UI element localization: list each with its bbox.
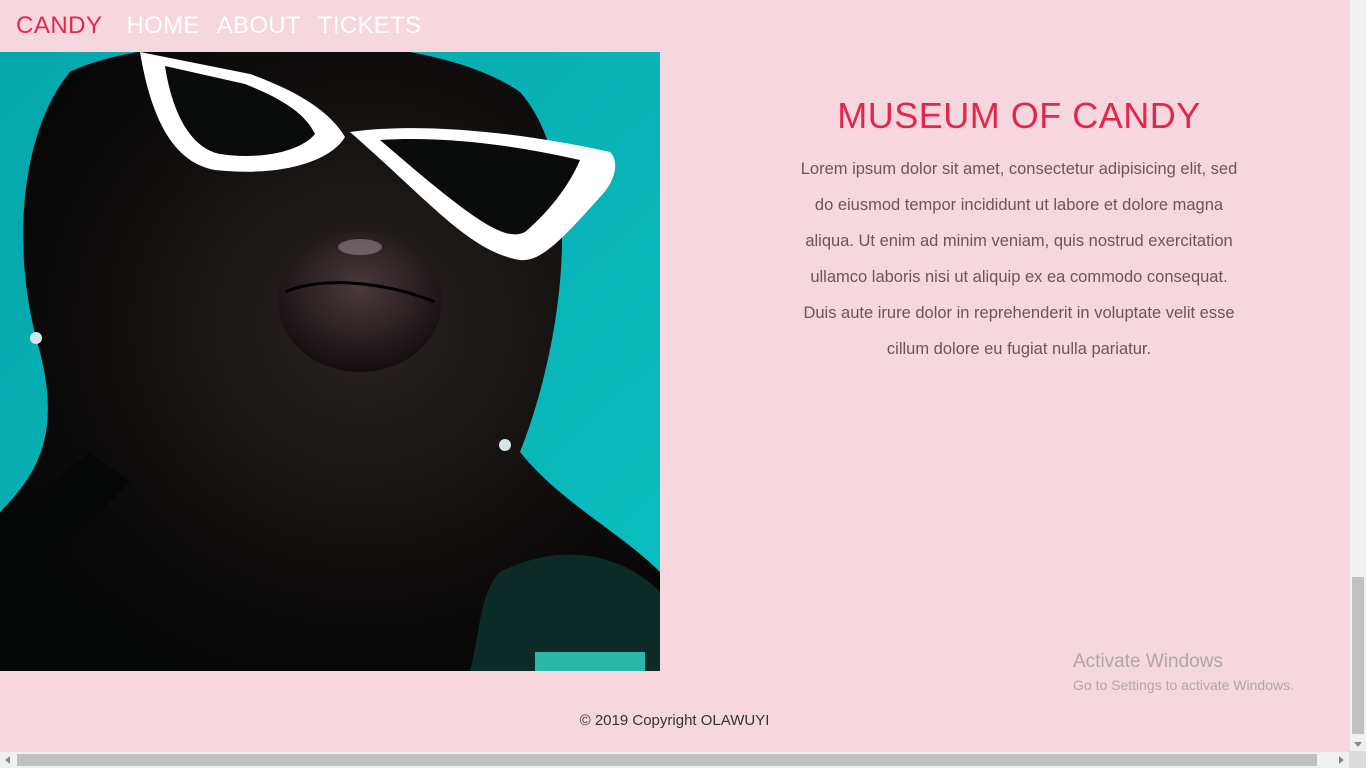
scroll-right-arrow-icon[interactable] (1339, 756, 1344, 764)
copyright-text: © 2019 Copyright OLAWUYI (579, 712, 770, 729)
vertical-scrollbar-thumb[interactable] (1352, 577, 1364, 734)
hero-portrait-image (0, 52, 660, 671)
horizontal-scrollbar[interactable] (0, 751, 1349, 768)
scrollbar-corner (1349, 751, 1366, 768)
scroll-down-arrow-icon[interactable] (1354, 742, 1362, 747)
watermark-subtitle: Go to Settings to activate Windows. (1073, 677, 1294, 693)
horizontal-scrollbar-thumb[interactable] (17, 754, 1317, 766)
museum-intro: MUSEUM OF CANDY Lorem ipsum dolor sit am… (790, 95, 1248, 367)
scroll-left-arrow-icon[interactable] (5, 756, 10, 764)
top-navbar: CANDY HOME ABOUT TICKETS (0, 0, 1349, 52)
intro-paragraph: Lorem ipsum dolor sit amet, consectetur … (800, 160, 1238, 358)
page-title: MUSEUM OF CANDY (837, 95, 1201, 136)
portrait-photo-icon (0, 52, 660, 671)
footer: © 2019 Copyright OLAWUYI (0, 712, 1349, 729)
vertical-scrollbar[interactable] (1349, 0, 1366, 751)
nav-link-tickets[interactable]: TICKETS (318, 12, 421, 40)
activate-windows-watermark: Activate Windows Go to Settings to activ… (1073, 651, 1294, 695)
nav-link-home[interactable]: HOME (127, 12, 200, 40)
brand-logo-link[interactable]: CANDY (16, 12, 103, 40)
nav-link-about[interactable]: ABOUT (217, 12, 301, 40)
watermark-title: Activate Windows (1073, 651, 1223, 672)
